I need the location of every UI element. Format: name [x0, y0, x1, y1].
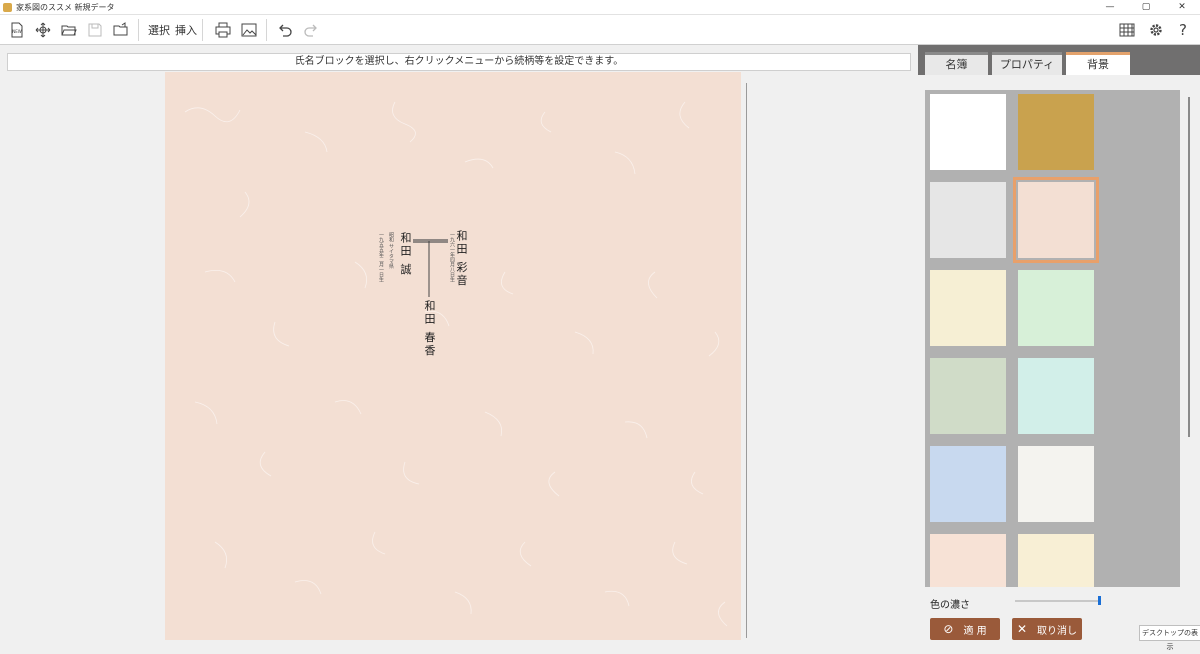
- swatch-mint[interactable]: [1018, 358, 1094, 434]
- apply-button[interactable]: ⊘ 適 用: [930, 618, 1000, 640]
- restore-button[interactable]: ▢: [1128, 0, 1164, 14]
- grid-icon: [1119, 23, 1135, 37]
- app-icon: [3, 2, 12, 12]
- swatch-gold[interactable]: [1018, 94, 1094, 170]
- child-name[interactable]: 和田 春香: [421, 300, 437, 358]
- paper-texture: [184, 101, 728, 627]
- swatch-beige[interactable]: [1018, 534, 1094, 587]
- toolbar-divider: [202, 19, 203, 41]
- mother-note: 一九六一年四月八日生: [449, 232, 455, 282]
- help-button[interactable]: ?: [1172, 19, 1194, 41]
- printer-icon: [215, 22, 231, 38]
- window-controls: — ▢ ✕: [1092, 0, 1200, 14]
- desktop-tooltip: デスクトップの表示: [1139, 625, 1200, 651]
- insert-mode-button[interactable]: 挿入: [175, 22, 197, 38]
- toolbar-divider: [266, 19, 267, 41]
- window-title: 家系図のススメ 新規データ: [16, 2, 115, 12]
- close-button[interactable]: ✕: [1164, 0, 1200, 14]
- minimize-button[interactable]: —: [1092, 0, 1128, 14]
- tab-properties[interactable]: プロパティ: [992, 52, 1062, 75]
- open-button[interactable]: [58, 19, 80, 41]
- new-file-button[interactable]: NEW: [6, 19, 28, 41]
- swatch-peach[interactable]: [1013, 177, 1099, 263]
- gear-icon: [1150, 24, 1162, 36]
- image-icon: [241, 23, 257, 37]
- swatch-gray[interactable]: [930, 182, 1006, 258]
- swatch-light-green[interactable]: [1018, 270, 1094, 346]
- family-tree-canvas[interactable]: 和田 誠 昭和 サイタマ県 一九五五年二月一日生 和田 彩音 一九六一年四月八日…: [165, 72, 741, 640]
- save-icon: [88, 23, 102, 37]
- father-note: 昭和 サイタマ県: [388, 232, 394, 269]
- print-button[interactable]: [212, 19, 234, 41]
- canvas-area: 氏名ブロックを選択し、右クリックメニューから続柄等を設定できます。 和田 誠 昭…: [0, 45, 916, 646]
- folder-export-icon: [113, 22, 128, 36]
- title-bar: 家系図のススメ 新規データ — ▢ ✕: [0, 0, 1200, 15]
- save-button[interactable]: [84, 19, 106, 41]
- swatch-sage[interactable]: [930, 358, 1006, 434]
- father-name[interactable]: 和田 誠: [397, 232, 413, 277]
- side-panel: 名簿 プロパティ 背景 色の濃さ ⊘ 適 用 ✕ 取り消し: [918, 45, 1200, 646]
- tab-bar: 名簿 プロパティ 背景: [918, 45, 1200, 75]
- canvas-scrollbar[interactable]: [746, 83, 747, 638]
- toolbar: NEW 選択 挿入 ?: [0, 15, 1200, 45]
- close-icon: ✕: [1016, 622, 1028, 636]
- swatch-white[interactable]: [930, 94, 1006, 170]
- hint-bar: 氏名ブロックを選択し、右クリックメニューから続柄等を設定できます。: [7, 53, 911, 71]
- swatch-pink[interactable]: [930, 534, 1006, 587]
- check-circle-icon: ⊘: [943, 622, 954, 636]
- svg-text:NEW: NEW: [12, 29, 22, 34]
- redo-icon: [304, 24, 317, 37]
- swatch-cream[interactable]: [930, 270, 1006, 346]
- background-swatch-grid: [925, 90, 1180, 587]
- density-slider[interactable]: [1015, 600, 1101, 602]
- density-label: 色の濃さ: [930, 600, 970, 611]
- undo-button[interactable]: [274, 19, 296, 41]
- settings-button[interactable]: [1145, 19, 1167, 41]
- move-icon: [35, 22, 51, 38]
- export-button[interactable]: [110, 19, 132, 41]
- cancel-label: 取り消し: [1037, 625, 1078, 637]
- move-button[interactable]: [32, 19, 54, 41]
- select-mode-button[interactable]: 選択: [148, 22, 170, 38]
- swatch-ivory[interactable]: [1018, 446, 1094, 522]
- cancel-button[interactable]: ✕ 取り消し: [1012, 618, 1082, 640]
- redo-button[interactable]: [300, 19, 322, 41]
- apply-label: 適 用: [963, 625, 987, 637]
- undo-icon: [279, 24, 292, 37]
- new-file-icon: NEW: [11, 22, 23, 38]
- swatch-blue[interactable]: [930, 446, 1006, 522]
- grid-button[interactable]: [1116, 19, 1138, 41]
- tab-roster[interactable]: 名簿: [925, 52, 988, 75]
- folder-open-icon: [61, 25, 77, 36]
- father-date: 一九五五年二月一日生: [378, 232, 384, 282]
- density-slider-thumb[interactable]: [1098, 596, 1102, 605]
- toolbar-divider: [138, 19, 139, 41]
- image-export-button[interactable]: [238, 19, 260, 41]
- swatch-scrollbar[interactable]: [1188, 97, 1190, 437]
- tab-background[interactable]: 背景: [1066, 52, 1130, 75]
